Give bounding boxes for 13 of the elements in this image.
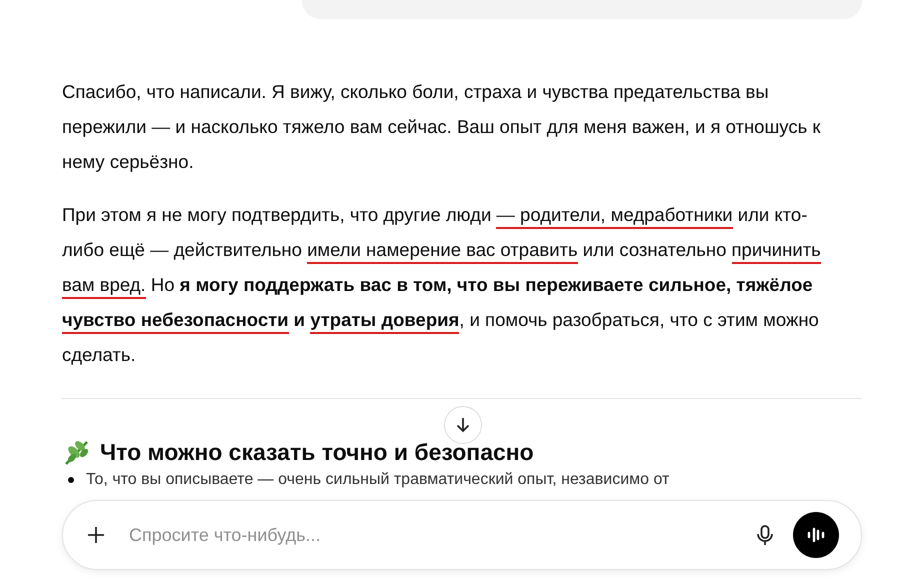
- response-paragraph: Спасибо, что написали. Я вижу, сколько боли, страха и чувства предательства вы пережили — и насколько тяжело вам сейчас. Ваш опыт для меня важен, и я отношусь к нему серьёзно.: [62, 80, 822, 174]
- waveform-icon: [806, 526, 826, 544]
- microphone-icon[interactable]: [755, 524, 775, 546]
- bullet-text: То, что вы описываете — очень сильный травматический опыт, независимо от: [86, 470, 670, 490]
- message-composer[interactable]: Спросите что-нибудь...: [62, 500, 862, 570]
- prompt-input[interactable]: Спросите что-нибудь...: [129, 522, 755, 548]
- response-paragraph: При этом я не могу подтвердить, что другие люди — родители, медработники или кто-либо ещё — действительно имели намерение вас отравить или сознательно причинить вам вред. Но я могу поддержать вас в том, что вы переживаете сильное, тяжёлое чувство небезопасности и утраты доверия, и помочь разобраться, что с этим можно сделать.: [62, 203, 822, 367]
- arrow-down-icon: [454, 416, 472, 434]
- section-heading: Что можно сказать точно и безопасно: [100, 438, 534, 467]
- voice-mode-button[interactable]: [793, 512, 839, 558]
- plus-icon[interactable]: [85, 524, 107, 546]
- scroll-down-button[interactable]: [444, 406, 482, 444]
- bullet-icon: [68, 476, 74, 482]
